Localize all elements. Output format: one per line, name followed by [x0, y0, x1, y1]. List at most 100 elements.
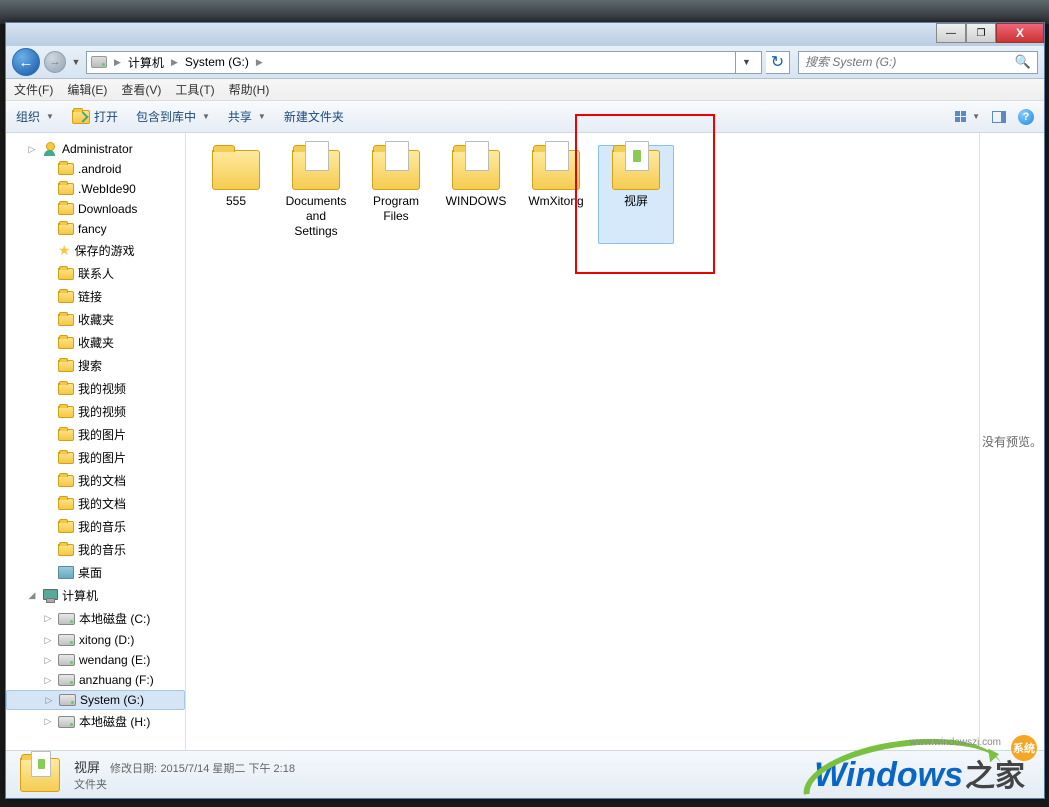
grid-icon	[955, 111, 966, 122]
search-icon[interactable]: 🔍	[1015, 54, 1031, 70]
chevron-right-icon[interactable]: ▶	[111, 57, 124, 68]
tree-item[interactable]: fancy	[6, 219, 185, 239]
expand-icon[interactable]: ▷	[42, 635, 54, 646]
chevron-down-icon: ▼	[202, 112, 210, 121]
tree-item[interactable]: ★保存的游戏	[6, 239, 185, 262]
chevron-right-icon[interactable]: ▶	[253, 57, 266, 68]
tree-item[interactable]: 搜索	[6, 354, 185, 377]
tree-item-label: wendang (E:)	[79, 653, 150, 667]
tree-item[interactable]: 我的音乐	[6, 538, 185, 561]
preview-pane-button[interactable]	[992, 111, 1006, 123]
menu-help[interactable]: 帮助(H)	[229, 81, 270, 98]
help-button[interactable]: ?	[1018, 109, 1034, 125]
include-library-button[interactable]: 包含到库中▼	[136, 108, 210, 125]
address-bar[interactable]: ▶ 计算机 ▶ System (G:) ▶ ▼	[86, 51, 762, 74]
menu-file[interactable]: 文件(F)	[14, 81, 53, 98]
tree-item[interactable]: ▷Administrator	[6, 139, 185, 159]
tree-item-label: Downloads	[78, 202, 137, 216]
share-button[interactable]: 共享▼	[228, 108, 266, 125]
tree-item[interactable]: ▷System (G:)	[6, 690, 185, 710]
refresh-button[interactable]: ↻	[766, 51, 790, 74]
folder-item[interactable]: WmXitong	[518, 145, 594, 244]
open-folder-icon	[72, 110, 90, 124]
tree-item[interactable]: 我的文档	[6, 469, 185, 492]
tree-item[interactable]: 我的图片	[6, 423, 185, 446]
watermark-badge: 系统	[1011, 735, 1037, 761]
expand-icon[interactable]: ◢	[26, 590, 38, 601]
folder-item[interactable]: WINDOWS	[438, 145, 514, 244]
tree-item[interactable]: 收藏夹	[6, 331, 185, 354]
minimize-button[interactable]: —	[936, 23, 966, 43]
open-button[interactable]: 打开	[72, 108, 118, 125]
expand-icon[interactable]: ▷	[42, 655, 54, 666]
items-view[interactable]: 555Documents and SettingsProgram Files WI…	[186, 133, 979, 750]
tree-item[interactable]: 我的音乐	[6, 515, 185, 538]
search-box[interactable]: 🔍	[798, 51, 1038, 74]
menu-view[interactable]: 查看(V)	[121, 81, 161, 98]
expand-icon[interactable]: ▷	[42, 675, 54, 686]
preview-pane: 没有预览。	[979, 133, 1044, 750]
expand-icon[interactable]: ▷	[42, 613, 54, 624]
chevron-down-icon: ▼	[46, 112, 54, 121]
folder-icon	[58, 203, 74, 215]
tree-item[interactable]: ◢计算机	[6, 584, 185, 607]
view-options-button[interactable]: ▼	[955, 111, 980, 122]
tree-item[interactable]: 我的视频	[6, 400, 185, 423]
folder-icon	[58, 544, 74, 556]
folder-item[interactable]: 555	[198, 145, 274, 244]
folder-icon	[212, 150, 260, 190]
tree-item[interactable]: .android	[6, 159, 185, 179]
folder-icon	[292, 150, 340, 190]
tree-item[interactable]: ▷ 本地磁盘 (C:)	[6, 607, 185, 630]
menu-edit[interactable]: 编辑(E)	[67, 81, 107, 98]
tree-item[interactable]: ▷ 本地磁盘 (H:)	[6, 710, 185, 733]
expand-icon[interactable]: ▷	[43, 695, 55, 706]
menu-tools[interactable]: 工具(T)	[175, 81, 214, 98]
folder-icon	[58, 223, 74, 235]
folder-item[interactable]: 视屏	[598, 145, 674, 244]
drive-icon	[58, 613, 75, 625]
forward-button[interactable]: →	[44, 51, 66, 73]
address-dropdown[interactable]: ▼	[735, 51, 757, 74]
tree-item[interactable]: .WebIde90	[6, 179, 185, 199]
tree-item[interactable]: ▷anzhuang (F:)	[6, 670, 185, 690]
tree-item-label: 本地磁盘 (H:)	[79, 713, 150, 730]
tree-item[interactable]: ▷ wendang (E:)	[6, 650, 185, 670]
tree-item[interactable]: ▷xitong (D:)	[6, 630, 185, 650]
breadcrumb-computer[interactable]: 计算机	[124, 54, 168, 71]
tree-item[interactable]: 收藏夹	[6, 308, 185, 331]
organize-button[interactable]: 组织▼	[16, 108, 54, 125]
folder-item[interactable]: Documents and Settings	[278, 145, 354, 244]
new-folder-button[interactable]: 新建文件夹	[284, 108, 344, 125]
breadcrumb-drive[interactable]: System (G:)	[181, 55, 253, 69]
tree-item-label: 收藏夹	[78, 311, 114, 328]
folder-icon	[58, 406, 74, 418]
tree-item[interactable]: 我的图片	[6, 446, 185, 469]
folder-icon	[58, 360, 74, 372]
tree-item-label: 本地磁盘 (C:)	[79, 610, 150, 627]
tree-item-label: 我的图片	[78, 449, 126, 466]
chevron-right-icon[interactable]: ▶	[168, 57, 181, 68]
tree-item[interactable]: 我的文档	[6, 492, 185, 515]
navigation-tree[interactable]: ▷Administrator .android .WebIde90 Downloads…	[6, 133, 186, 750]
close-button[interactable]: X	[996, 23, 1044, 43]
history-dropdown[interactable]: ▼	[70, 52, 82, 72]
tree-item-label: .android	[78, 162, 121, 176]
tree-item[interactable]: Downloads	[6, 199, 185, 219]
folder-icon	[452, 150, 500, 190]
folder-item[interactable]: Program Files	[358, 145, 434, 244]
folder-icon	[58, 183, 74, 195]
drive-icon	[58, 674, 75, 686]
item-label: WINDOWS	[446, 194, 507, 209]
tree-item[interactable]: 链接	[6, 285, 185, 308]
expand-icon[interactable]: ▷	[42, 716, 54, 727]
maximize-button[interactable]: ❐	[966, 23, 996, 43]
tree-item[interactable]: 我的视频	[6, 377, 185, 400]
tree-item[interactable]: 联系人	[6, 262, 185, 285]
tree-item[interactable]: 桌面	[6, 561, 185, 584]
star-icon: ★	[58, 242, 71, 259]
item-label: WmXitong	[528, 194, 583, 209]
back-button[interactable]: ←	[12, 48, 40, 76]
expand-icon[interactable]: ▷	[26, 144, 38, 155]
search-input[interactable]	[805, 55, 1015, 69]
